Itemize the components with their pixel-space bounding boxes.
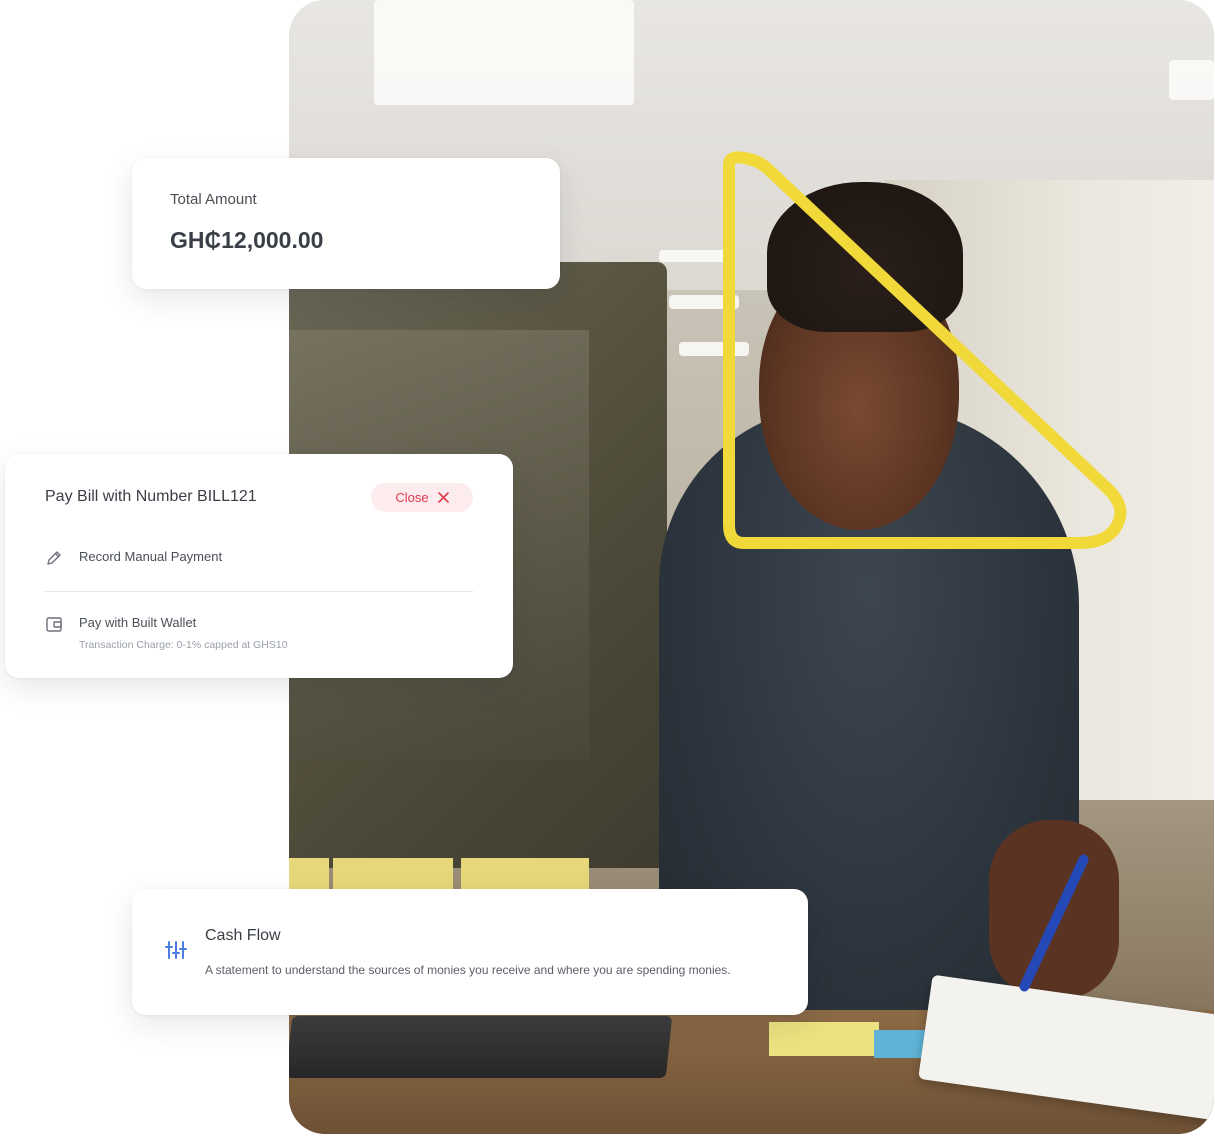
pay-bill-title: Pay Bill with Number BILL121 <box>45 488 257 505</box>
total-amount-card: Total Amount GH₵12,000.00 <box>132 158 560 289</box>
close-button[interactable]: Close <box>371 483 473 512</box>
wallet-icon <box>46 617 62 632</box>
pencil-icon <box>47 551 61 565</box>
pay-with-wallet-option[interactable]: Pay with Built Wallet Transaction Charge… <box>45 615 288 651</box>
cash-flow-card[interactable]: Cash Flow A statement to understand the … <box>132 889 808 1015</box>
option-label: Pay with Built Wallet <box>79 615 197 630</box>
close-button-label: Close <box>395 490 429 505</box>
cash-flow-title: Cash Flow <box>205 927 281 944</box>
sliders-icon <box>165 941 187 959</box>
option-subtext: Transaction Charge: 0-1% capped at GHS10 <box>79 639 288 651</box>
total-amount-value: GH₵12,000.00 <box>170 227 324 253</box>
divider <box>45 591 473 592</box>
pay-bill-card: Pay Bill with Number BILL121 Close Recor… <box>5 454 513 678</box>
record-manual-payment-option[interactable]: Record Manual Payment <box>45 549 222 567</box>
total-amount-label: Total Amount <box>170 191 257 208</box>
cash-flow-description: A statement to understand the sources of… <box>205 963 731 977</box>
close-icon <box>437 492 449 503</box>
option-label: Record Manual Payment <box>79 549 223 564</box>
